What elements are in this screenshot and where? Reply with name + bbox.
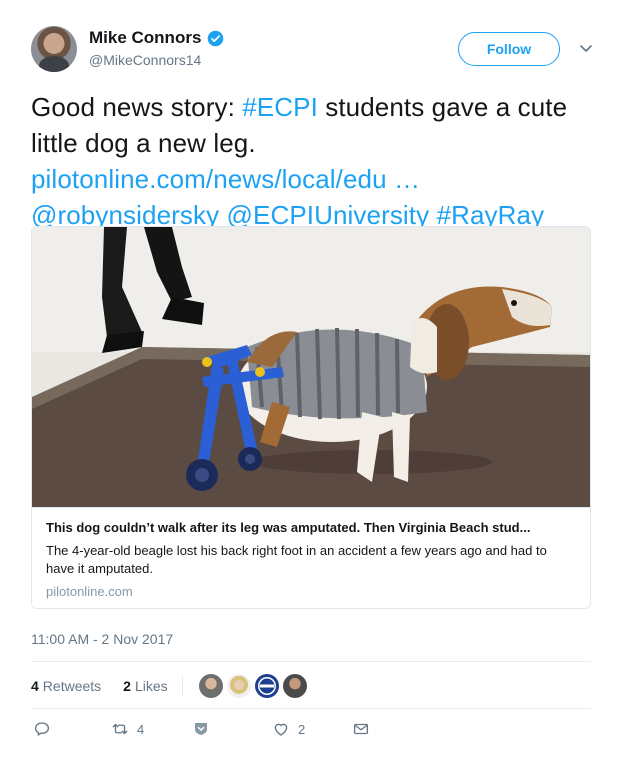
- tweet-text: Good news story: #ECPI students gave a c…: [31, 89, 601, 233]
- reply-icon: [34, 722, 50, 736]
- likes-stat[interactable]: 2 Likes: [123, 678, 167, 694]
- tweet-stats: 4 Retweets 2 Likes: [31, 674, 307, 698]
- likes-count: 2: [123, 678, 131, 694]
- tweet-text-start: Good news story:: [31, 92, 243, 122]
- divider-bottom: [31, 708, 591, 709]
- card-photo-dog-wheelchair[interactable]: [32, 227, 590, 507]
- author-handle[interactable]: @MikeConnors14: [89, 52, 201, 68]
- author-display-name[interactable]: Mike Connors: [89, 28, 201, 48]
- tweet-header: Mike Connors @MikeConnors14 Follow: [31, 22, 594, 78]
- verified-badge-icon: [208, 30, 224, 46]
- retweets-label: Retweets: [42, 678, 102, 694]
- retweet-count: 4: [137, 721, 145, 737]
- retweets-count: 4: [31, 678, 39, 694]
- dm-share-action[interactable]: [192, 720, 210, 738]
- liker-avatars: [198, 674, 307, 698]
- follow-button[interactable]: Follow: [458, 32, 560, 66]
- retweet-action[interactable]: 4: [111, 720, 144, 738]
- author-avatar[interactable]: [31, 26, 77, 72]
- heart-shield-icon: [195, 723, 207, 735]
- ecpi-logo-icon: [257, 677, 276, 695]
- card-domain: pilotonline.com: [46, 584, 133, 599]
- envelope-icon: [353, 723, 369, 735]
- liker-avatar[interactable]: [282, 674, 307, 698]
- card-body[interactable]: This dog couldn’t walk after its leg was…: [32, 507, 590, 608]
- likes-label: Likes: [134, 678, 168, 694]
- liker-avatar-ecpi[interactable]: [254, 674, 279, 698]
- liker-avatar[interactable]: [198, 674, 223, 698]
- card-title[interactable]: This dog couldn’t walk after its leg was…: [46, 520, 576, 535]
- divider-top: [31, 661, 591, 662]
- card-description: The 4-year-old beagle lost his back righ…: [46, 543, 547, 576]
- like-action[interactable]: 2: [272, 720, 305, 738]
- link-preview-card[interactable]: This dog couldn’t walk after its leg was…: [31, 226, 591, 609]
- heart-icon: [274, 723, 288, 736]
- tweet-timestamp[interactable]: 11:00 AM - 2 Nov 2017: [31, 631, 173, 647]
- article-url-link[interactable]: pilotonline.com/news/local/edu …: [31, 164, 420, 194]
- reply-action[interactable]: [33, 720, 59, 738]
- like-count: 2: [298, 721, 306, 737]
- tweet-actions: 4 2: [31, 720, 591, 744]
- hashtag-ecpi-link[interactable]: #ECPI: [242, 92, 318, 122]
- liker-avatar[interactable]: [226, 674, 251, 698]
- retweet-icon: [112, 723, 128, 735]
- stats-separator: [181, 675, 183, 697]
- chevron-down-icon[interactable]: [578, 40, 594, 56]
- retweets-stat[interactable]: 4 Retweets: [31, 678, 101, 694]
- direct-message-action[interactable]: [352, 720, 370, 738]
- author-name-row: Mike Connors: [89, 28, 224, 48]
